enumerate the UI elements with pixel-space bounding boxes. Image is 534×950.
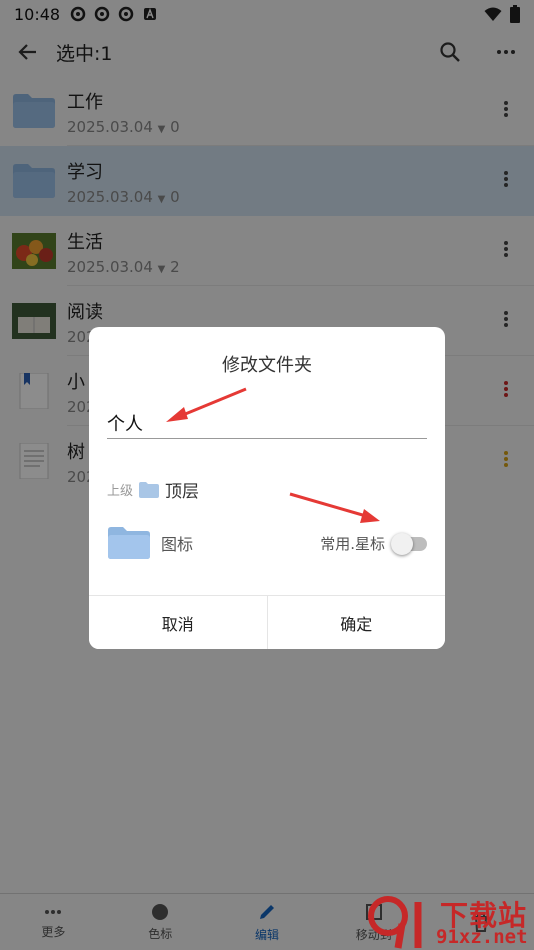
folder-icon-row: 图标 常用.星标 (107, 523, 427, 563)
cancel-button[interactable]: 取消 (89, 596, 267, 649)
annotation-arrow (289, 492, 380, 523)
favorite-star-label: 常用.星标 (320, 534, 385, 553)
folder-name-input[interactable] (107, 407, 427, 439)
watermark-domain: 91xz.net (436, 926, 528, 948)
annotation-arrow (166, 387, 247, 422)
confirm-button[interactable]: 确定 (266, 596, 445, 649)
edit-folder-dialog: 修改文件夹 上级 顶层 图标 常用.星标 取消 确定 (89, 327, 445, 649)
dialog-title: 修改文件夹 (222, 355, 312, 376)
toggle-knob (391, 533, 413, 555)
watermark-logo (368, 896, 422, 949)
folder-icon (139, 481, 160, 498)
site-watermark: 下载站 91xz.net (362, 892, 532, 950)
icon-label: 图标 (161, 535, 194, 554)
favorite-toggle[interactable] (391, 533, 427, 555)
parent-folder-row[interactable]: 上级 顶层 (107, 477, 199, 502)
parent-label: 上级 (107, 484, 134, 499)
dialog-actions: 取消 确定 (89, 595, 445, 649)
parent-value: 顶层 (165, 482, 200, 502)
folder-icon[interactable] (107, 526, 151, 560)
